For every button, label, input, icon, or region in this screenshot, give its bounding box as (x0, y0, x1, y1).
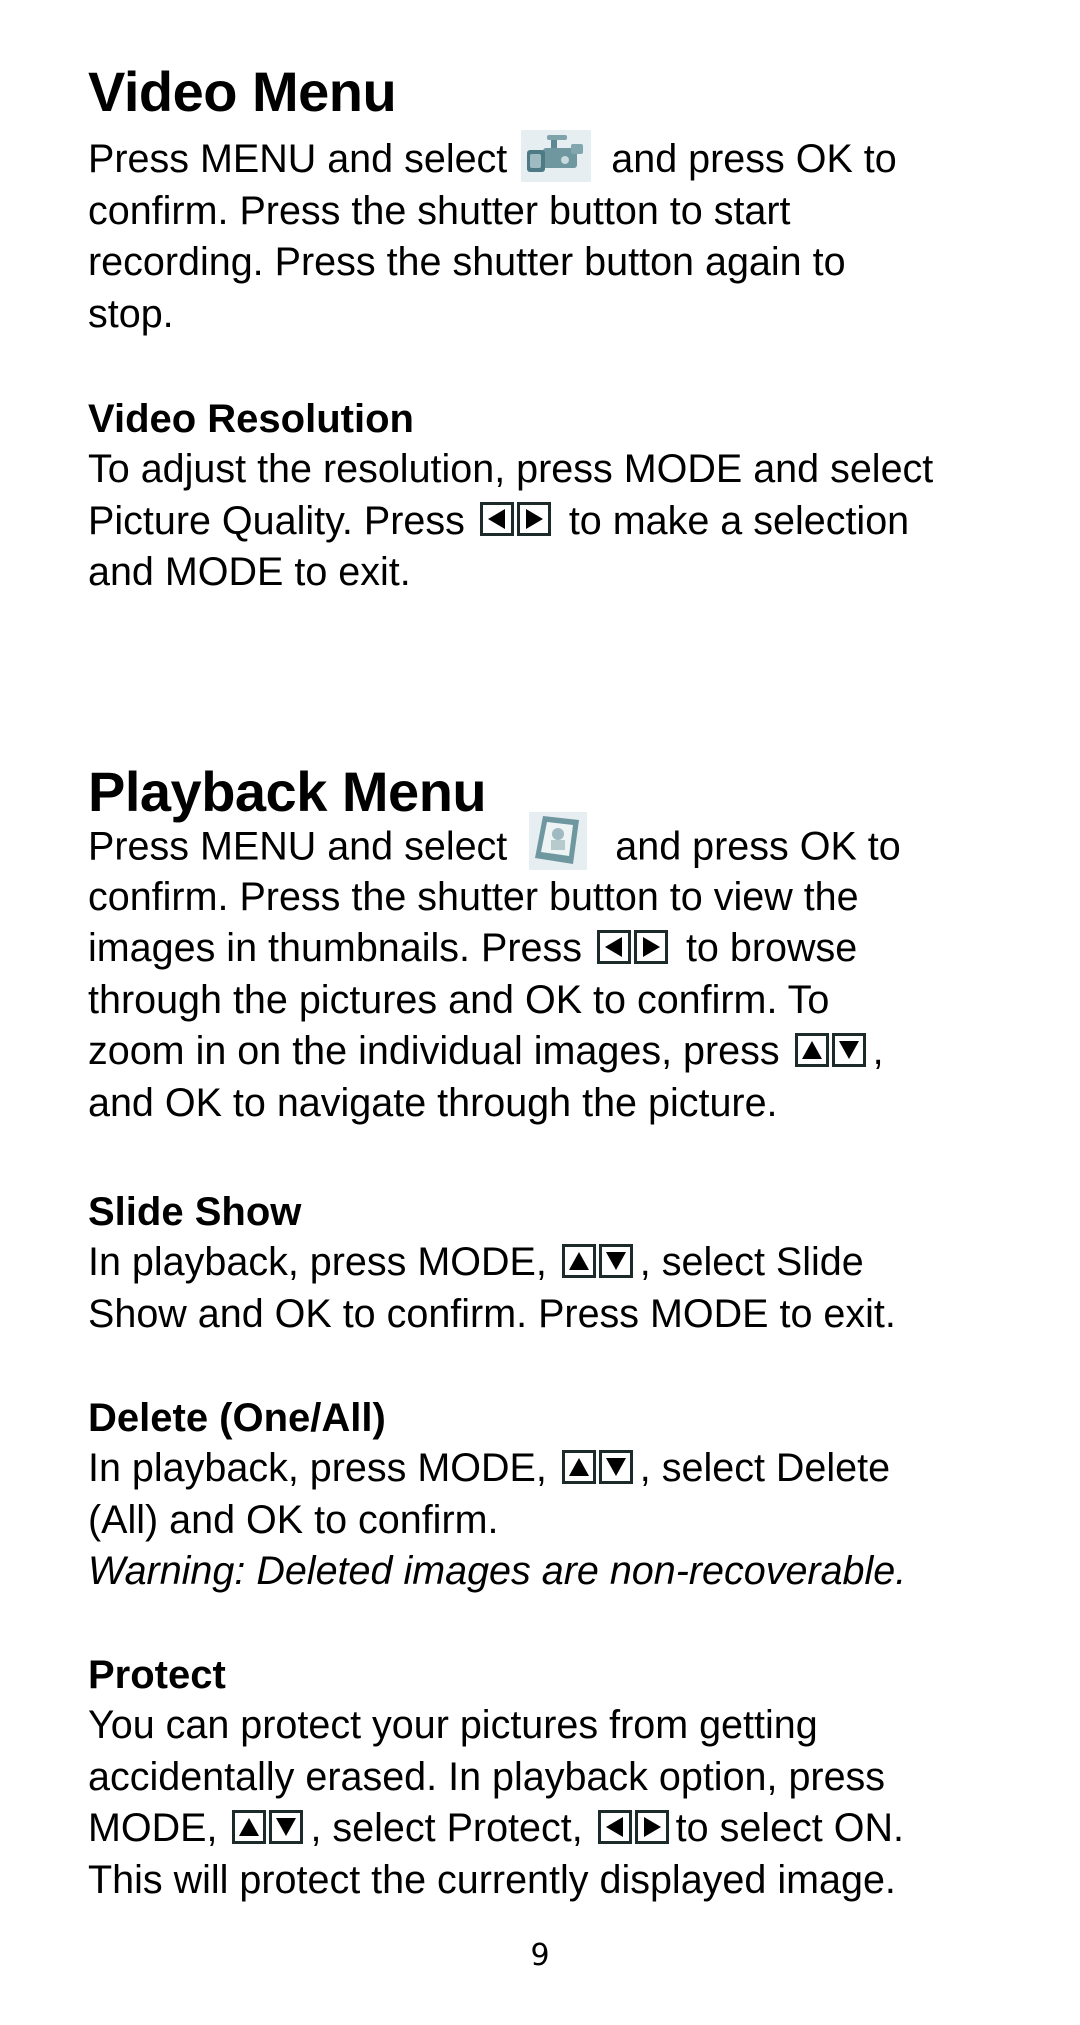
up-down-keys (232, 1803, 306, 1855)
text-fragment: , select Slide (639, 1240, 864, 1284)
delete-heading: Delete (One/All) (88, 1396, 386, 1440)
text-line: confirm. Press the shutter button to sta… (88, 188, 791, 233)
up-arrow-key-icon (232, 1809, 267, 1844)
text-line: Press MENU and select and press OK to (88, 129, 1048, 186)
text-line: images in thumbnails. Press to browse (88, 923, 1048, 975)
left-right-keys (596, 923, 671, 975)
video-menu-text: Press MENU and select and press OK to co… (88, 129, 1048, 340)
protect-text: You can protect your pictures from getti… (88, 1700, 1048, 1906)
text-fragment: Press MENU and select (88, 137, 508, 181)
text-fragment: In playback, press MODE, (88, 1446, 547, 1490)
text-fragment: to make a selection (568, 498, 910, 543)
delete-text: In playback, press MODE, , select Delete… (88, 1443, 1048, 1598)
left-arrow-key-icon (596, 929, 631, 964)
video-menu-heading: Video Menu (88, 60, 397, 123)
text-fragment: , (872, 1029, 884, 1074)
text-line: Picture Quality. Press to make a selecti… (88, 496, 1048, 548)
slide-show-heading: Slide Show (88, 1190, 302, 1234)
playback-menu-heading: Playback Menu (88, 760, 487, 823)
page-number: 9 (530, 1938, 550, 1973)
text-line: This will protect the currently displaye… (88, 1857, 896, 1902)
text-fragment: , select Delete (639, 1446, 891, 1490)
up-down-keys (794, 1026, 869, 1078)
text-line: (All) and OK to confirm. (88, 1497, 499, 1542)
up-arrow-key-icon (794, 1032, 829, 1067)
up-down-keys (561, 1237, 636, 1289)
playback-menu-text: Press MENU and select and press OK to co… (88, 812, 1048, 1130)
text-line: MODE, , select Protect, to select ON. (88, 1803, 1048, 1855)
text-line: Press MENU and select and press OK to (88, 812, 1048, 872)
text-fragment: Press MENU and select (88, 824, 508, 869)
down-arrow-key-icon (831, 1032, 866, 1067)
down-arrow-key-icon (598, 1243, 633, 1278)
text-line: zoom in on the individual images, press … (88, 1026, 1048, 1078)
text-fragment: and press OK to (615, 824, 901, 869)
right-arrow-key-icon (634, 1809, 669, 1844)
slide-show-text: In playback, press MODE, , select Slide … (88, 1237, 1048, 1340)
text-fragment: zoom in on the individual images, press (88, 1029, 780, 1074)
text-fragment: to select ON. (675, 1806, 904, 1851)
text-line: accidentally erased. In playback option,… (88, 1754, 886, 1799)
text-fragment: MODE, (88, 1806, 218, 1851)
right-arrow-key-icon (633, 929, 668, 964)
up-down-keys (561, 1443, 636, 1495)
video-camera-icon (521, 129, 592, 182)
down-arrow-key-icon (269, 1809, 304, 1844)
video-resolution-heading: Video Resolution (88, 397, 414, 441)
text-line: In playback, press MODE, , select Slide (88, 1237, 1048, 1289)
right-arrow-key-icon (516, 502, 551, 537)
protect-heading: Protect (88, 1653, 226, 1697)
text-line: Show and OK to confirm. Press MODE to ex… (88, 1291, 896, 1336)
video-resolution-text: To adjust the resolution, press MODE and… (88, 444, 1048, 599)
left-right-keys (479, 496, 554, 548)
up-arrow-key-icon (561, 1449, 596, 1484)
playback-picture-frame-icon (529, 812, 588, 870)
text-line: confirm. Press the shutter button to vie… (88, 874, 859, 919)
text-fragment: , select Protect, (310, 1806, 583, 1851)
warning-text: Warning: Deleted images are non-recovera… (88, 1549, 907, 1594)
text-line: You can protect your pictures from getti… (88, 1703, 818, 1747)
down-arrow-key-icon (598, 1449, 633, 1484)
left-arrow-key-icon (479, 502, 514, 537)
left-right-keys (597, 1803, 672, 1855)
text-line: recording. Press the shutter button agai… (88, 240, 846, 285)
text-fragment: images in thumbnails. Press (88, 926, 582, 971)
text-fragment: Picture Quality. Press (88, 498, 465, 543)
text-line: To adjust the resolution, press MODE and… (88, 447, 934, 491)
left-arrow-key-icon (597, 1809, 632, 1844)
text-line: and OK to navigate through the picture. (88, 1080, 778, 1125)
text-line: In playback, press MODE, , select Delete (88, 1443, 1048, 1495)
text-line: through the pictures and OK to confirm. … (88, 977, 830, 1022)
text-fragment: to browse (685, 926, 858, 971)
text-fragment: In playback, press MODE, (88, 1240, 547, 1284)
up-arrow-key-icon (561, 1243, 596, 1278)
text-line: stop. (88, 291, 174, 336)
text-line: and MODE to exit. (88, 550, 411, 595)
text-fragment: and press OK to (611, 137, 897, 181)
